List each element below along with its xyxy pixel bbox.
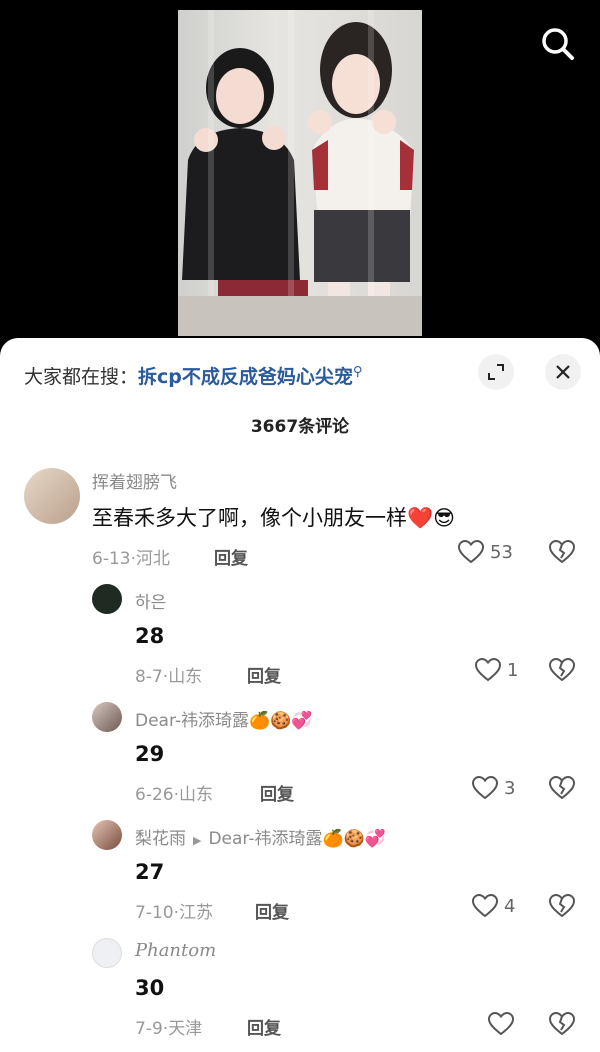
dislike-button[interactable] <box>548 775 576 804</box>
like-count: 4 <box>504 895 516 917</box>
heart-icon <box>458 540 484 564</box>
comment-meta: 6-26·山东 <box>135 785 213 805</box>
search-button[interactable] <box>538 24 578 64</box>
like-count: 3 <box>504 777 516 799</box>
hot-search-query[interactable]: 拆cp不成反成爸妈心尖宠 <box>138 366 353 388</box>
video-frame[interactable] <box>178 10 422 336</box>
avatar[interactable] <box>92 820 122 850</box>
hot-search-prefix: 大家都在搜： <box>24 366 139 388</box>
comment-meta: 6-13·河北 <box>92 549 170 569</box>
like-button[interactable]: 3 <box>472 776 515 800</box>
broken-heart-icon <box>548 893 576 918</box>
dislike-button[interactable] <box>548 539 576 568</box>
search-small-icon: ⚲ <box>352 364 363 380</box>
like-button[interactable]: 4 <box>472 894 515 918</box>
comment-item: 하은 28 8-7·山东 回复 1 <box>0 582 600 692</box>
comment-item: Dear-祎添琦露🍊🍪💞 29 6-26·山东 回复 3 <box>0 700 600 810</box>
broken-heart-icon <box>548 539 576 564</box>
reply-button[interactable]: 回复 <box>247 662 281 687</box>
broken-heart-icon <box>548 1011 576 1036</box>
comment-count: 3667条评论 <box>250 417 350 437</box>
comment-username[interactable]: 挥着翅膀飞 <box>92 468 177 493</box>
avatar[interactable] <box>92 702 122 732</box>
avatar[interactable] <box>92 584 122 614</box>
comment-username[interactable]: Phantom <box>135 940 216 961</box>
dislike-button[interactable] <box>548 893 576 922</box>
heart-icon <box>488 1012 514 1036</box>
video-area[interactable] <box>0 0 600 340</box>
hot-search-bar[interactable]: 大家都在搜：拆cp不成反成爸妈心尖宠⚲ <box>24 362 362 389</box>
broken-heart-icon <box>548 657 576 682</box>
like-button[interactable]: 53 <box>458 540 513 564</box>
expand-icon <box>488 364 504 380</box>
dislike-button[interactable] <box>548 657 576 686</box>
dislike-button[interactable] <box>548 1011 576 1040</box>
comment-username[interactable]: Dear-祎添琦露🍊🍪💞 <box>135 706 313 731</box>
video-people-illustration <box>182 22 414 336</box>
reply-button[interactable]: 回复 <box>247 1014 281 1039</box>
reply-button[interactable]: 回复 <box>214 544 248 569</box>
comment-text: 27 <box>135 860 165 884</box>
comment-username[interactable]: 하은 <box>135 588 166 613</box>
like-button[interactable]: 1 <box>475 658 518 682</box>
like-count: 1 <box>507 659 519 681</box>
search-icon[interactable] <box>538 24 578 64</box>
comments-sheet: 大家都在搜：拆cp不成反成爸妈心尖宠⚲ 3667条评论 挥着翅膀飞 至春禾多大了… <box>0 338 600 1052</box>
heart-icon <box>475 658 501 682</box>
broken-heart-icon <box>548 775 576 800</box>
reply-arrow-icon: ▶ <box>193 834 202 847</box>
like-count: 53 <box>490 541 513 563</box>
reply-button[interactable]: 回复 <box>260 780 294 805</box>
reply-button[interactable]: 回复 <box>255 898 289 923</box>
comment-text: 30 <box>135 976 165 1000</box>
comment-item: 梨花雨 ▶ Dear-祎添琦露🍊🍪💞 27 7-10·江苏 回复 4 <box>0 818 600 928</box>
expand-button[interactable] <box>478 354 514 390</box>
comment-meta: 7-9·天津 <box>135 1019 203 1039</box>
heart-icon <box>472 776 498 800</box>
close-icon <box>556 365 570 379</box>
comment-text: 至春禾多大了啊，像个小朋友一样❤️😎 <box>92 506 456 530</box>
comment-text: 29 <box>135 742 165 766</box>
reply-target[interactable]: Dear-祎添琦露🍊🍪💞 <box>208 829 386 849</box>
comment-item: Phantom 30 7-9·天津 回复 <box>0 936 600 1052</box>
close-button[interactable] <box>545 354 581 390</box>
avatar[interactable] <box>24 468 80 524</box>
comment-username[interactable]: 梨花雨 ▶ Dear-祎添琦露🍊🍪💞 <box>135 824 386 849</box>
comment-meta: 7-10·江苏 <box>135 903 213 923</box>
heart-icon <box>472 894 498 918</box>
comment-meta: 8-7·山东 <box>135 667 203 687</box>
avatar[interactable] <box>92 938 122 968</box>
comment-item: 挥着翅膀飞 至春禾多大了啊，像个小朋友一样❤️😎 6-13·河北 回复 53 <box>0 464 600 574</box>
like-button[interactable] <box>488 1012 520 1036</box>
comment-text: 28 <box>135 624 165 648</box>
